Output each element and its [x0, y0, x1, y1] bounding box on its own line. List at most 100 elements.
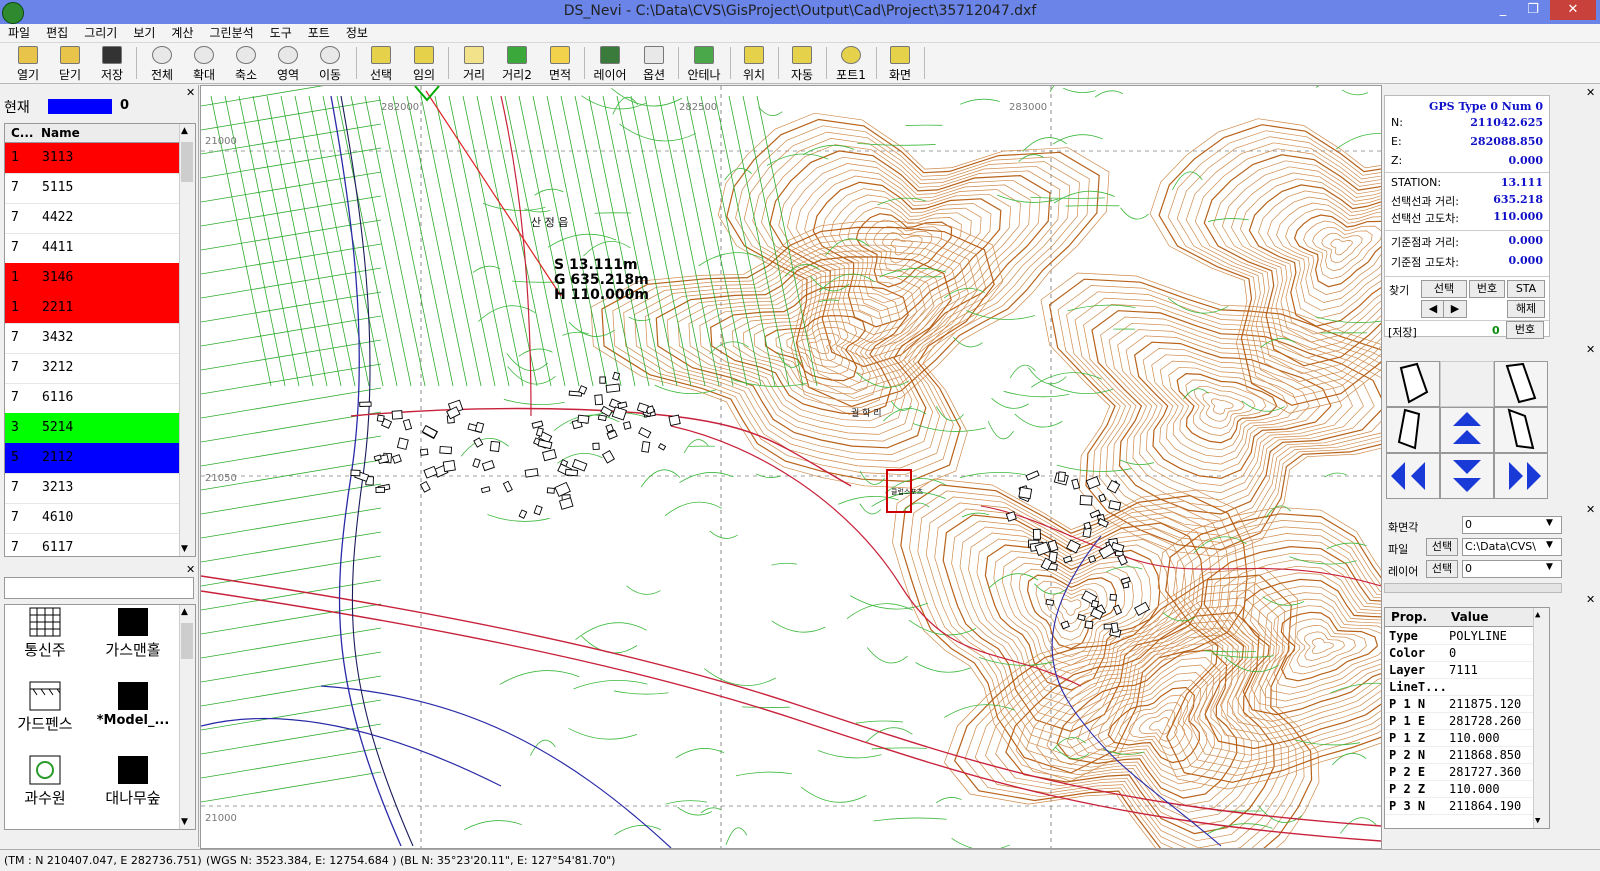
file-select-button[interactable]: 선택 — [1426, 538, 1458, 556]
dropdown-arrow-icon[interactable]: ▼ — [1546, 540, 1553, 550]
pan-button[interactable]: 이동 — [310, 45, 350, 82]
arbitrary-button[interactable]: 임의 — [404, 45, 444, 82]
property-scrollbar[interactable]: ▲ ▼ — [1533, 608, 1549, 828]
distance-button[interactable]: 거리 — [454, 45, 494, 82]
scroll-down-icon[interactable]: ▼ — [181, 544, 188, 554]
column-name[interactable]: Name — [41, 126, 80, 140]
sta-button[interactable]: STA — [1507, 280, 1545, 298]
menu-edit[interactable]: 편집 — [38, 24, 76, 42]
scroll-thumb[interactable] — [181, 623, 193, 659]
symbol-list-scrollbar[interactable]: ▲ ▼ — [179, 605, 195, 829]
close-icon[interactable]: ✕ — [1586, 343, 1595, 356]
distance2-button[interactable]: 거리2 — [496, 45, 538, 82]
rotate-left-down-button[interactable] — [1386, 407, 1440, 453]
menu-file[interactable]: 파일 — [0, 24, 38, 42]
close-icon[interactable]: ✕ — [186, 86, 195, 99]
layer-row[interactable]: 7 5115 — [5, 173, 179, 204]
close-button[interactable]: 닫기 — [50, 45, 90, 82]
layer-row[interactable]: 1 3146 — [5, 263, 179, 294]
layer-row[interactable]: 1 3113 — [5, 143, 179, 174]
property-row[interactable]: P 2 N 211868.850 — [1385, 747, 1535, 764]
screen-button[interactable]: 화면 — [880, 45, 920, 82]
property-row[interactable]: P 1 N 211875.120 — [1385, 696, 1535, 713]
options-button[interactable]: 옵션 — [634, 45, 674, 82]
symbol-item[interactable]: 대나무숲 — [93, 755, 173, 808]
prev-button[interactable]: ◀ — [1421, 300, 1445, 318]
menu-draw[interactable]: 그리기 — [76, 24, 125, 42]
close-icon[interactable]: ✕ — [1586, 503, 1595, 516]
pan-left-button[interactable] — [1386, 453, 1440, 499]
zoom-all-button[interactable]: 전체 — [142, 45, 182, 82]
symbol-item[interactable]: *Model_... — [93, 681, 173, 728]
symbol-item[interactable]: 통신주 — [5, 607, 85, 660]
column-color[interactable]: C... — [11, 126, 33, 140]
pan-up-button[interactable] — [1440, 407, 1494, 453]
minimize-button[interactable]: _ — [1488, 0, 1518, 20]
symbol-search-input[interactable] — [4, 577, 194, 599]
dropdown-arrow-icon[interactable]: ▼ — [1546, 562, 1553, 572]
save-button[interactable]: 저장 — [92, 45, 132, 82]
symbol-list[interactable]: 통신주 가스맨홀 가드펜스 *Model_... 과수원 대나무숲 ▲ ▼ — [4, 604, 196, 830]
rotate-right-up-button[interactable] — [1494, 361, 1548, 407]
property-row[interactable]: P 1 Z 110.000 — [1385, 730, 1535, 747]
zoom-window-button[interactable]: 영역 — [268, 45, 308, 82]
menu-view[interactable]: 보기 — [125, 24, 163, 42]
layer-row[interactable]: 3 5214 — [5, 413, 179, 444]
layer-row[interactable]: 7 4422 — [5, 203, 179, 234]
area-button[interactable]: 면적 — [540, 45, 580, 82]
layer-list[interactable]: C... Name 1 3113 7 5115 7 4422 7 4411 1 3146 1 2211… — [4, 123, 196, 557]
menu-tools[interactable]: 도구 — [262, 24, 300, 42]
rotate-left-up-button[interactable] — [1386, 361, 1440, 407]
value-column-header[interactable]: Value — [1451, 610, 1489, 624]
menu-port[interactable]: 포트 — [300, 24, 338, 42]
find-select-button[interactable]: 선택 — [1421, 280, 1467, 298]
release-button[interactable]: 해제 — [1507, 300, 1545, 318]
property-row[interactable]: P 3 N 211864.190 — [1385, 798, 1535, 815]
layer-row[interactable]: 7 3213 — [5, 473, 179, 504]
layer-button[interactable]: 레이어 — [588, 45, 632, 82]
auto-button[interactable]: 자동 — [782, 45, 822, 82]
scroll-down-icon[interactable]: ▼ — [181, 817, 188, 827]
pan-down-button[interactable] — [1440, 453, 1494, 499]
dropdown-arrow-icon[interactable]: ▼ — [1546, 518, 1553, 528]
find-number-button[interactable]: 번호 — [1469, 280, 1505, 298]
close-icon[interactable]: ✕ — [186, 563, 195, 576]
close-window-button[interactable]: ✕ — [1550, 0, 1596, 20]
layer-row[interactable]: 7 3432 — [5, 323, 179, 354]
property-row[interactable]: P 1 E 281728.260 — [1385, 713, 1535, 730]
layer-list-scrollbar[interactable]: ▲ ▼ — [179, 124, 195, 556]
pan-right-button[interactable] — [1494, 453, 1548, 499]
zoom-in-button[interactable]: 확대 — [184, 45, 224, 82]
next-button[interactable]: ▶ — [1443, 300, 1467, 318]
close-icon[interactable]: ✕ — [1586, 593, 1595, 606]
layer-row[interactable]: 7 6116 — [5, 383, 179, 414]
layer-row[interactable]: 7 4411 — [5, 233, 179, 264]
scroll-down-icon[interactable]: ▼ — [1535, 816, 1540, 826]
property-row[interactable]: P 2 Z 110.000 — [1385, 781, 1535, 798]
cad-drawing[interactable]: 282000 282500 283000 21000 21050 21000 S… — [201, 86, 1381, 848]
prop-column-header[interactable]: Prop. — [1391, 610, 1427, 624]
menu-info[interactable]: 정보 — [338, 24, 376, 42]
rotate-right-down-button[interactable] — [1494, 407, 1548, 453]
map-canvas[interactable]: 282000 282500 283000 21000 21050 21000 S… — [200, 85, 1382, 849]
layer-row[interactable]: 7 6117 — [5, 533, 179, 556]
symbol-item[interactable]: 과수원 — [5, 755, 85, 808]
position-button[interactable]: 위치 — [734, 45, 774, 82]
layer-row[interactable]: 7 3212 — [5, 353, 179, 384]
menu-green-analysis[interactable]: 그린분석 — [202, 24, 262, 42]
symbol-item[interactable]: 가드펜스 — [5, 681, 85, 734]
scroll-up-icon[interactable]: ▲ — [181, 607, 188, 617]
layer-row[interactable]: 1 2211 — [5, 293, 179, 324]
zoom-out-button[interactable]: 축소 — [226, 45, 266, 82]
open-button[interactable]: 열기 — [8, 45, 48, 82]
horizontal-scrollbar[interactable] — [1384, 583, 1562, 593]
property-row[interactable]: P 2 E 281727.360 — [1385, 764, 1535, 781]
antenna-button[interactable]: 안테나 — [682, 45, 726, 82]
scroll-up-icon[interactable]: ▲ — [181, 126, 188, 136]
close-icon[interactable]: ✕ — [1586, 86, 1595, 99]
symbol-item[interactable]: 가스맨홀 — [93, 607, 173, 660]
layer-select-button[interactable]: 선택 — [1426, 560, 1458, 578]
property-row[interactable]: Type POLYLINE — [1385, 628, 1535, 645]
scroll-up-icon[interactable]: ▲ — [1535, 610, 1540, 620]
current-color-swatch[interactable] — [48, 99, 112, 114]
